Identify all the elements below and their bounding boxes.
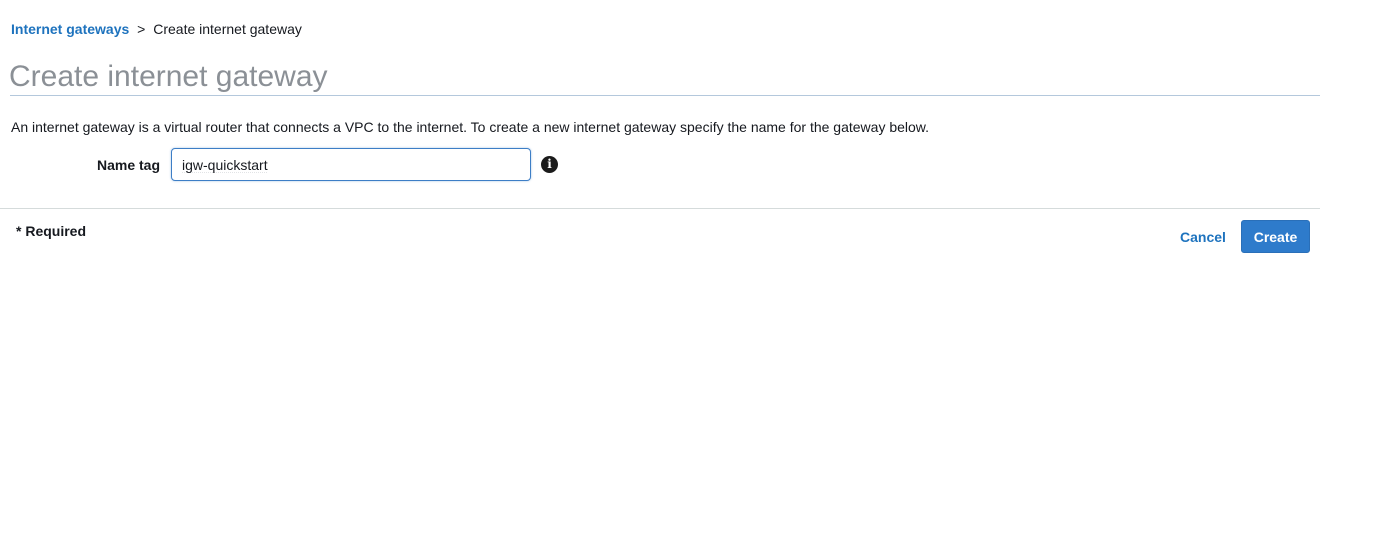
breadcrumb: Internet gateways > Create internet gate… [11,20,302,38]
breadcrumb-separator: > [137,21,146,37]
title-divider [10,95,1320,96]
page-description: An internet gateway is a virtual router … [11,119,930,135]
name-tag-input[interactable] [171,148,531,181]
cancel-button[interactable]: Cancel [1172,220,1234,253]
name-tag-label: Name tag [96,157,160,173]
required-note: * Required [16,223,87,239]
breadcrumb-current: Create internet gateway [153,21,302,37]
create-internet-gateway-page: Internet gateways > Create internet gate… [0,0,1400,558]
info-circle-icon[interactable]: i [541,156,558,173]
breadcrumb-internet-gateways-link[interactable]: Internet gateways [11,21,129,37]
footer-divider [0,208,1320,209]
create-button[interactable]: Create [1241,220,1310,253]
page-title: Create internet gateway [9,60,328,93]
